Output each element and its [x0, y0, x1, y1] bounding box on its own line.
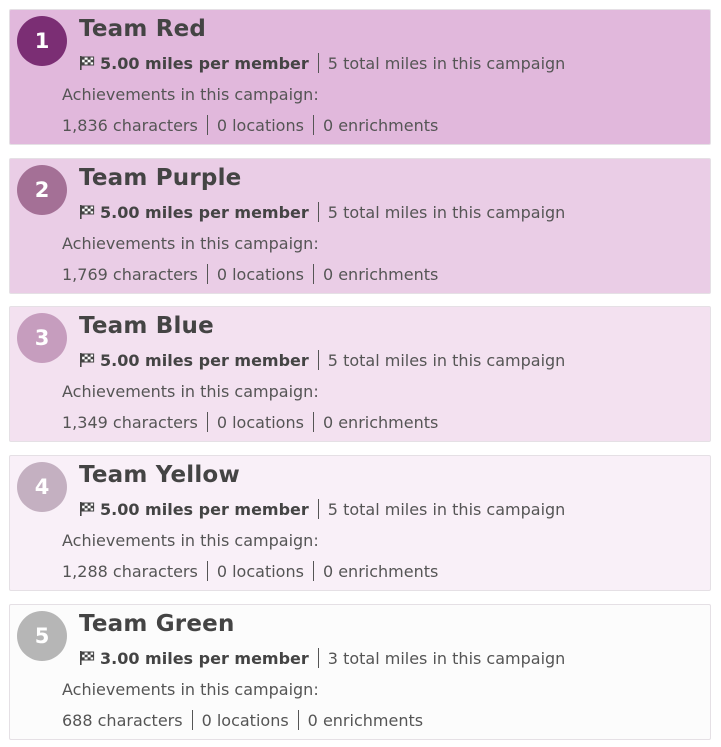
separator — [206, 412, 208, 432]
miles-per-member: 5.00 miles per member — [100, 350, 309, 370]
enrichments-count: 0 enrichments — [307, 710, 424, 730]
miles-per-member: 5.00 miles per member — [100, 53, 309, 73]
total-miles: 5 total miles in this campaign — [327, 202, 566, 222]
separator — [312, 264, 314, 284]
separator — [206, 561, 208, 581]
miles-per-member: 5.00 miles per member — [100, 202, 309, 222]
separator — [317, 499, 319, 519]
enrichments-count: 0 enrichments — [322, 115, 439, 135]
characters-count: 688 characters — [62, 710, 183, 730]
achievement-stats: 1,288 characters 0 locations 0 enrichmen… — [62, 561, 438, 581]
total-miles: 5 total miles in this campaign — [327, 499, 566, 519]
separator — [317, 350, 319, 370]
achievements-label: Achievements in this campaign: — [62, 382, 319, 401]
enrichments-count: 0 enrichments — [322, 412, 439, 432]
separator — [317, 202, 319, 222]
checkered-flag-icon — [80, 502, 95, 516]
team-name[interactable]: Team Purple — [79, 165, 241, 191]
miles-summary: 5.00 miles per member 5 total miles in t… — [79, 53, 565, 73]
separator — [191, 710, 193, 730]
team-card[interactable]: 4 Team Yellow 5.00 miles per member 5 to… — [9, 455, 711, 591]
checkered-flag-icon — [80, 651, 95, 665]
miles-per-member: 3.00 miles per member — [100, 648, 309, 668]
miles-summary: 5.00 miles per member 5 total miles in t… — [79, 350, 565, 370]
rank-badge: 4 — [17, 462, 67, 512]
separator — [317, 53, 319, 73]
checkered-flag-icon — [80, 353, 95, 367]
achievement-stats: 688 characters 0 locations 0 enrichments — [62, 710, 423, 730]
miles-summary: 5.00 miles per member 5 total miles in t… — [79, 499, 565, 519]
achievements-label: Achievements in this campaign: — [62, 234, 319, 253]
separator — [312, 561, 314, 581]
characters-count: 1,349 characters — [62, 412, 198, 432]
locations-count: 0 locations — [216, 264, 304, 284]
team-name[interactable]: Team Blue — [79, 313, 214, 339]
characters-count: 1,836 characters — [62, 115, 198, 135]
team-card[interactable]: 2 Team Purple 5.00 miles per member 5 to… — [9, 158, 711, 294]
separator — [312, 412, 314, 432]
characters-count: 1,769 characters — [62, 264, 198, 284]
miles-per-member: 5.00 miles per member — [100, 499, 309, 519]
achievement-stats: 1,836 characters 0 locations 0 enrichmen… — [62, 115, 438, 135]
total-miles: 3 total miles in this campaign — [327, 648, 566, 668]
enrichments-count: 0 enrichments — [322, 561, 439, 581]
separator — [317, 648, 319, 668]
rank-badge: 1 — [17, 16, 67, 66]
locations-count: 0 locations — [201, 710, 289, 730]
team-name[interactable]: Team Red — [79, 16, 206, 42]
achievements-label: Achievements in this campaign: — [62, 680, 319, 699]
separator — [206, 115, 208, 135]
rank-badge: 3 — [17, 313, 67, 363]
team-card[interactable]: 1 Team Red 5.00 miles per member 5 total… — [9, 9, 711, 145]
team-name[interactable]: Team Green — [79, 611, 235, 637]
team-name[interactable]: Team Yellow — [79, 462, 240, 488]
team-card[interactable]: 3 Team Blue 5.00 miles per member 5 tota… — [9, 306, 711, 442]
locations-count: 0 locations — [216, 561, 304, 581]
locations-count: 0 locations — [216, 412, 304, 432]
total-miles: 5 total miles in this campaign — [327, 350, 566, 370]
achievement-stats: 1,349 characters 0 locations 0 enrichmen… — [62, 412, 438, 432]
team-card[interactable]: 5 Team Green 3.00 miles per member 3 tot… — [9, 604, 711, 740]
achievements-label: Achievements in this campaign: — [62, 85, 319, 104]
rank-badge: 2 — [17, 165, 67, 215]
separator — [206, 264, 208, 284]
total-miles: 5 total miles in this campaign — [327, 53, 566, 73]
checkered-flag-icon — [80, 56, 95, 70]
checkered-flag-icon — [80, 205, 95, 219]
characters-count: 1,288 characters — [62, 561, 198, 581]
separator — [297, 710, 299, 730]
miles-summary: 3.00 miles per member 3 total miles in t… — [79, 648, 565, 668]
miles-summary: 5.00 miles per member 5 total miles in t… — [79, 202, 565, 222]
enrichments-count: 0 enrichments — [322, 264, 439, 284]
separator — [312, 115, 314, 135]
achievements-label: Achievements in this campaign: — [62, 531, 319, 550]
locations-count: 0 locations — [216, 115, 304, 135]
rank-badge: 5 — [17, 611, 67, 661]
achievement-stats: 1,769 characters 0 locations 0 enrichmen… — [62, 264, 438, 284]
